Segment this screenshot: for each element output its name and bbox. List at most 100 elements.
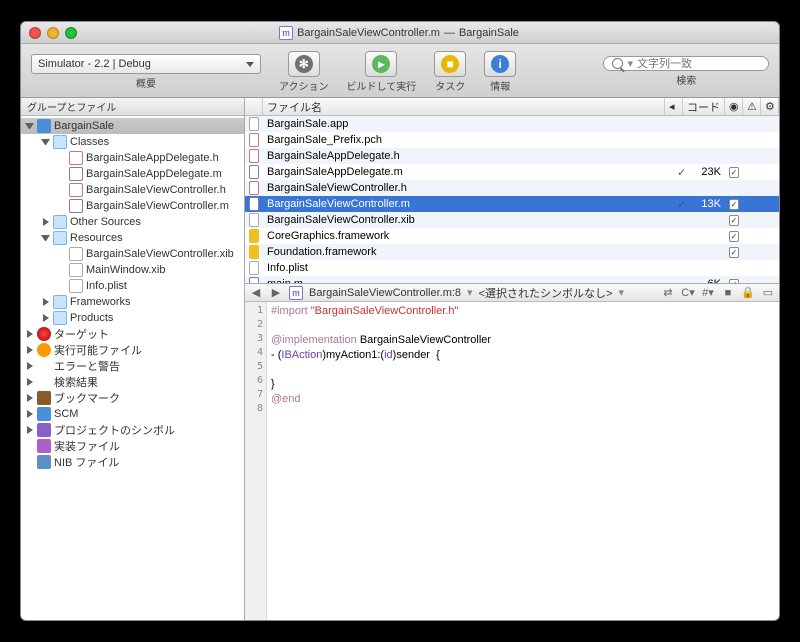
table-row[interactable]: BargainSaleAppDelegate.m✓23K: [245, 164, 779, 180]
disclosure-icon[interactable]: [25, 122, 34, 131]
disclosure-icon[interactable]: [25, 426, 34, 435]
tree-item[interactable]: SCM: [21, 406, 244, 422]
class-icon[interactable]: C▾: [681, 286, 695, 300]
lock-icon[interactable]: 🔒: [741, 286, 755, 300]
tree-item[interactable]: BargainSaleViewController.xib: [21, 246, 244, 262]
editor-body[interactable]: 12345678 #import "BargainSaleViewControl…: [245, 302, 779, 620]
file-table-header[interactable]: ファイル名 ◂ コード ◉ ⚠ ⚙: [245, 98, 779, 116]
disclosure-icon[interactable]: [25, 362, 34, 371]
item-icon: [53, 295, 67, 309]
build-cell[interactable]: [725, 167, 743, 178]
tree-item[interactable]: BargainSaleViewController.h: [21, 182, 244, 198]
table-row[interactable]: Info.plist: [245, 260, 779, 276]
tree-item[interactable]: BargainSaleAppDelegate.h: [21, 150, 244, 166]
disclosure-icon[interactable]: [57, 202, 66, 211]
tree-item-label: 検索結果: [54, 374, 98, 390]
info-button[interactable]: i: [484, 51, 516, 77]
tree-item[interactable]: ブックマーク: [21, 390, 244, 406]
tree-item[interactable]: エラーと警告: [21, 358, 244, 374]
nav-fwd-icon[interactable]: ▶: [269, 286, 283, 300]
active-config-combo[interactable]: Simulator - 2.2 | Debug: [31, 54, 261, 74]
col-check-icon[interactable]: ◂: [665, 98, 683, 115]
disclosure-icon[interactable]: [41, 138, 50, 147]
close-button[interactable]: [29, 27, 41, 39]
table-row[interactable]: BargainSale_Prefix.pch: [245, 132, 779, 148]
table-row[interactable]: BargainSaleViewController.xib: [245, 212, 779, 228]
nav-back-icon[interactable]: ◀: [249, 286, 263, 300]
table-row[interactable]: CoreGraphics.framework: [245, 228, 779, 244]
build-cell[interactable]: [725, 247, 743, 258]
disclosure-icon[interactable]: [25, 330, 34, 339]
counterpart-icon[interactable]: ⇄: [661, 286, 675, 300]
breakpoint-icon[interactable]: ■: [721, 286, 735, 300]
col-build-icon[interactable]: ◉: [725, 98, 743, 115]
disclosure-icon[interactable]: [25, 442, 34, 451]
disclosure-icon[interactable]: [57, 250, 66, 259]
tree-item[interactable]: MainWindow.xib: [21, 262, 244, 278]
tree-item[interactable]: 実装ファイル: [21, 438, 244, 454]
search-input[interactable]: [637, 58, 760, 70]
project-tree[interactable]: BargainSaleClasses BargainSaleAppDelegate…: [21, 116, 244, 620]
tree-item[interactable]: Other Sources: [21, 214, 244, 230]
tree-item[interactable]: プロジェクトのシンボル: [21, 422, 244, 438]
table-row[interactable]: BargainSaleAppDelegate.h: [245, 148, 779, 164]
tree-item[interactable]: BargainSaleViewController.m: [21, 198, 244, 214]
disclosure-icon[interactable]: [41, 314, 50, 323]
disclosure-icon[interactable]: [25, 394, 34, 403]
disclosure-icon[interactable]: [25, 410, 34, 419]
table-row[interactable]: BargainSaleViewController.m✓13K: [245, 196, 779, 212]
disclosure-icon[interactable]: [25, 346, 34, 355]
table-row[interactable]: BargainSale.app: [245, 116, 779, 132]
action-button[interactable]: ✻: [288, 51, 320, 77]
col-settings-icon[interactable]: ⚙: [761, 98, 779, 115]
symbol-popup[interactable]: <選択されたシンボルなし>: [479, 285, 613, 301]
table-row[interactable]: Foundation.framework: [245, 244, 779, 260]
col-warn-icon[interactable]: ⚠: [743, 98, 761, 115]
build-run-button[interactable]: ▸: [365, 51, 397, 77]
tree-item[interactable]: Info.plist: [21, 278, 244, 294]
breadcrumb[interactable]: BargainSaleViewController.m:8: [309, 287, 461, 299]
item-icon: [37, 455, 51, 469]
tree-item[interactable]: Resources: [21, 230, 244, 246]
play-icon: ▸: [372, 55, 390, 73]
split-icon[interactable]: ▭: [761, 286, 775, 300]
disclosure-icon[interactable]: [57, 282, 66, 291]
titlebar[interactable]: m BargainSaleViewController.m — BargainS…: [21, 22, 779, 44]
tasks-button[interactable]: ■: [434, 51, 466, 77]
tree-item-label: BargainSaleAppDelegate.h: [86, 152, 219, 164]
disclosure-icon[interactable]: [57, 154, 66, 163]
zoom-button[interactable]: [65, 27, 77, 39]
table-row[interactable]: BargainSaleViewController.h: [245, 180, 779, 196]
disclosure-icon[interactable]: [41, 298, 50, 307]
build-cell[interactable]: [725, 279, 743, 284]
tree-item[interactable]: 検索結果: [21, 374, 244, 390]
search-field[interactable]: ▾: [603, 56, 769, 71]
tree-item-label: MainWindow.xib: [86, 264, 165, 276]
tree-item[interactable]: Products: [21, 310, 244, 326]
build-cell[interactable]: [725, 231, 743, 242]
tree-item[interactable]: BargainSale: [21, 118, 244, 134]
disclosure-icon[interactable]: [41, 234, 50, 243]
tree-item[interactable]: Classes: [21, 134, 244, 150]
tree-item[interactable]: NIB ファイル: [21, 454, 244, 470]
table-row[interactable]: main.m6K: [245, 276, 779, 283]
code-area[interactable]: #import "BargainSaleViewController.h" @i…: [267, 302, 779, 620]
item-icon: [37, 119, 51, 133]
disclosure-icon[interactable]: [57, 186, 66, 195]
build-cell[interactable]: [725, 215, 743, 226]
file-table-body[interactable]: BargainSale.appBargainSale_Prefix.pchBar…: [245, 116, 779, 283]
tree-item[interactable]: ターゲット: [21, 326, 244, 342]
disclosure-icon[interactable]: [41, 218, 50, 227]
tree-item[interactable]: 実行可能ファイル: [21, 342, 244, 358]
build-cell[interactable]: [725, 199, 743, 210]
col-filename[interactable]: ファイル名: [263, 98, 665, 115]
minimize-button[interactable]: [47, 27, 59, 39]
disclosure-icon[interactable]: [25, 458, 34, 467]
col-code[interactable]: コード: [683, 98, 725, 115]
disclosure-icon[interactable]: [25, 378, 34, 387]
disclosure-icon[interactable]: [57, 170, 66, 179]
bookmark-icon[interactable]: #▾: [701, 286, 715, 300]
tree-item[interactable]: Frameworks: [21, 294, 244, 310]
disclosure-icon[interactable]: [57, 266, 66, 275]
tree-item[interactable]: BargainSaleAppDelegate.m: [21, 166, 244, 182]
